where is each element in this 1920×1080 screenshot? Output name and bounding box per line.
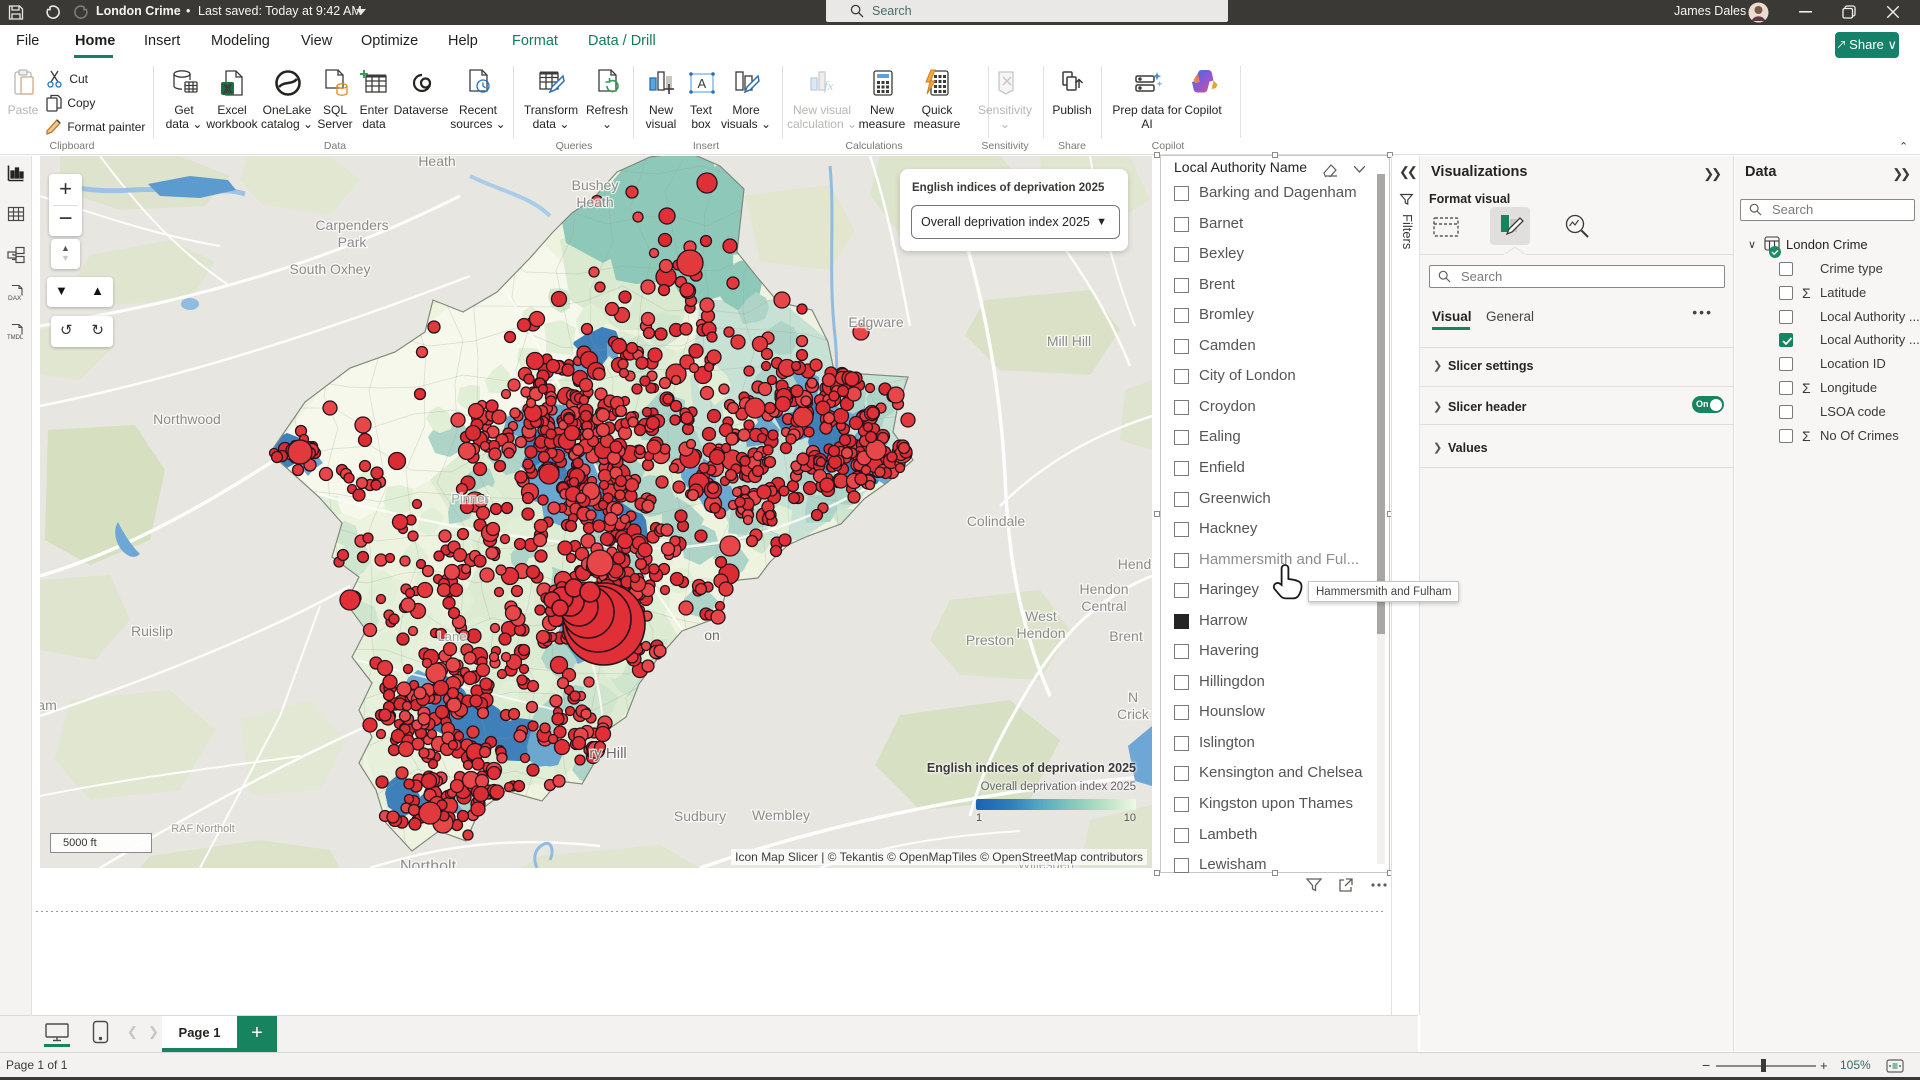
svg-text:Hendon: Hendon [1016, 625, 1065, 641]
svg-text:Central: Central [1081, 598, 1126, 614]
svg-text:Heath: Heath [418, 156, 455, 169]
svg-text:N: N [1128, 689, 1138, 705]
svg-text:Pinner: Pinner [451, 491, 489, 506]
svg-text:ry Hill: ry Hill [589, 745, 627, 762]
svg-text:Carpenders: Carpenders [315, 217, 388, 233]
svg-text:Northolt: Northolt [400, 858, 457, 868]
svg-text:DAX: DAX [8, 295, 22, 302]
svg-text:Edgware: Edgware [848, 314, 903, 330]
svg-text:X: X [224, 84, 232, 96]
svg-text:Heath: Heath [576, 194, 613, 210]
svg-text:Brent: Brent [1109, 628, 1143, 644]
svg-text:TMDL: TMDL [7, 335, 24, 341]
svg-text:on: on [704, 627, 720, 643]
svg-text:RAF Northolt: RAF Northolt [171, 823, 235, 835]
svg-text:Sudbury: Sudbury [674, 808, 726, 824]
svg-text:Hendon: Hendon [1079, 581, 1128, 597]
svg-text:South Oxhey: South Oxhey [290, 261, 371, 277]
svg-text:A: A [698, 76, 707, 91]
svg-text:Bushey: Bushey [572, 177, 619, 193]
svg-text:Preston: Preston [966, 632, 1014, 648]
svg-text:Crick: Crick [1117, 706, 1150, 722]
svg-text:fx: fx [824, 78, 834, 93]
svg-text:Park: Park [338, 234, 368, 250]
svg-text:Lane: Lane [438, 629, 467, 644]
svg-text:Wembley: Wembley [752, 807, 810, 823]
svg-text:West: West [1025, 608, 1057, 624]
svg-text:Ruislip: Ruislip [131, 623, 173, 639]
svg-text:Hendc: Hendc [1118, 556, 1152, 572]
svg-text:Colindale: Colindale [967, 513, 1026, 529]
svg-text:Northwood: Northwood [153, 411, 221, 427]
svg-text:am: am [40, 697, 57, 713]
svg-text:Mill Hill: Mill Hill [1047, 333, 1091, 349]
